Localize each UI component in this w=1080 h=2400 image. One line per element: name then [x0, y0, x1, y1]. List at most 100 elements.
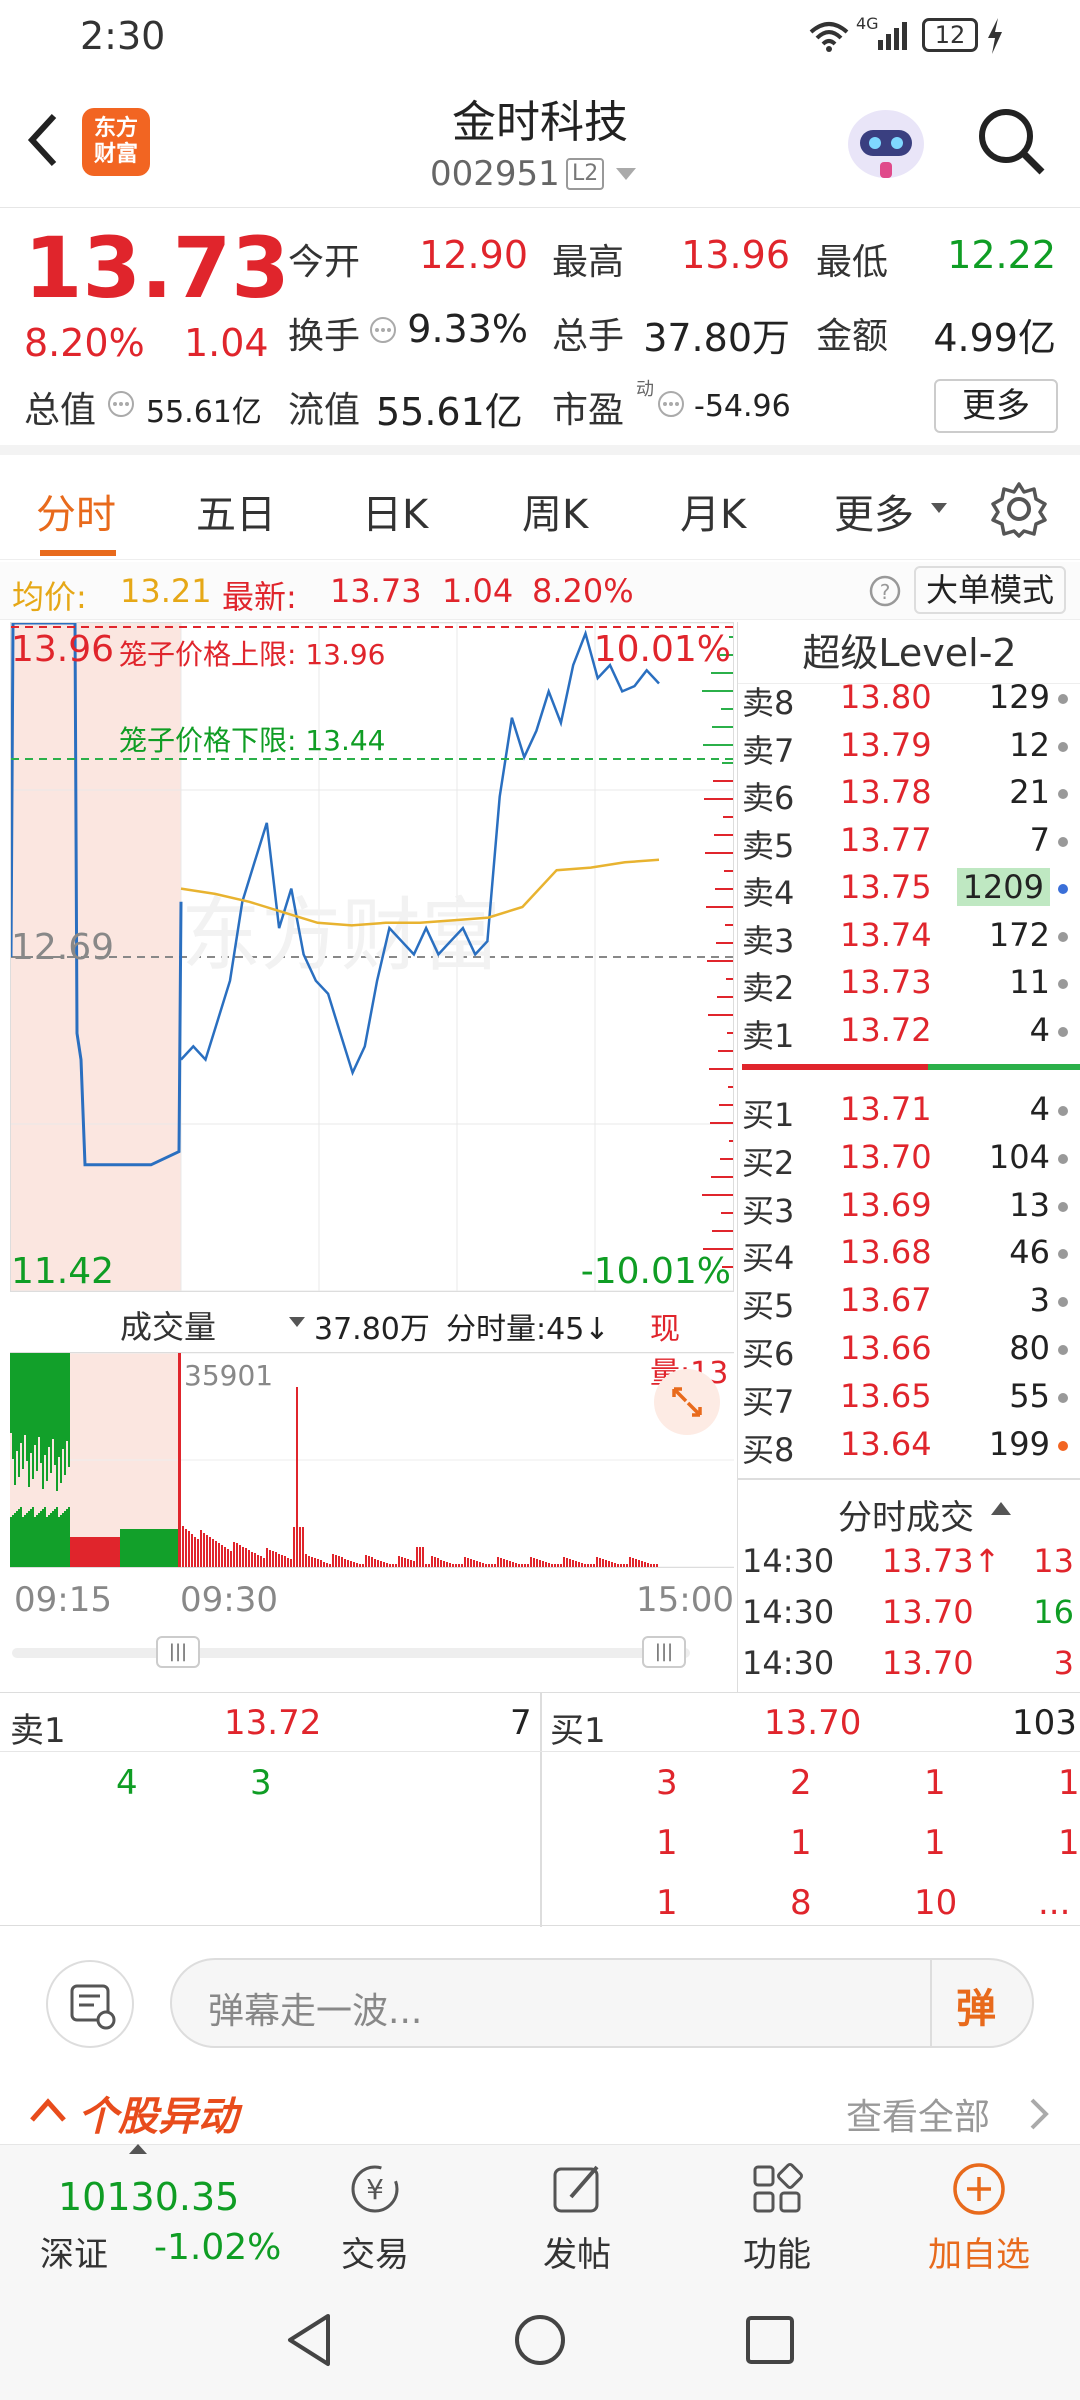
volume-bar — [572, 1560, 574, 1567]
tab-more[interactable]: 更多 — [834, 482, 914, 540]
volume-selector[interactable]: 成交量 — [120, 1302, 216, 1348]
auction-volume-bar — [166, 1529, 168, 1567]
tab-daily-k[interactable]: 日K — [362, 482, 428, 540]
divider — [0, 1751, 1080, 1752]
auction-volume-bar — [88, 1537, 90, 1567]
volume-chart[interactable]: 35901 — [10, 1352, 734, 1568]
ticks-title[interactable]: 分时成交 — [838, 1490, 974, 1539]
tab-five-day[interactable]: 五日 — [196, 482, 276, 540]
status-time: 2:30 — [80, 14, 166, 58]
order-indicator-dot — [1058, 789, 1068, 799]
trade-button[interactable]: ¥ 交易 — [300, 2159, 450, 2276]
ask-row[interactable]: 卖8 13.80 129 — [742, 674, 1080, 722]
auction-volume-bar — [22, 1517, 24, 1567]
eastmoney-logo[interactable]: 东方 财富 — [82, 108, 150, 176]
volume-bar — [566, 1558, 568, 1567]
system-nav-bar — [0, 2280, 1080, 2400]
bid-row[interactable]: 买4 13.68 46 — [742, 1229, 1080, 1277]
auction-volume-bar — [16, 1511, 18, 1567]
volume-bar — [455, 1564, 457, 1567]
tab-fenshi[interactable]: 分时 — [36, 482, 116, 540]
volume-bar — [632, 1558, 634, 1567]
nav-recents-icon[interactable] — [744, 2314, 796, 2366]
chevron-up-icon[interactable] — [28, 2094, 68, 2124]
help-icon[interactable]: ? — [868, 574, 902, 608]
order-level-label: 卖6 — [742, 779, 795, 817]
bid-row[interactable]: 买1 13.71 4 — [742, 1086, 1080, 1134]
bid-row[interactable]: 买8 13.64 199 — [742, 1421, 1080, 1469]
ask-row[interactable]: 卖5 13.77 7 — [742, 817, 1080, 865]
volume-bar — [458, 1564, 460, 1567]
volume-bar — [314, 1558, 316, 1567]
volume-bar — [575, 1561, 577, 1567]
ask-row[interactable]: 卖1 13.72 4 — [742, 1007, 1080, 1055]
time-range-slider[interactable]: ||| ||| — [12, 1636, 690, 1668]
expand-chart-button[interactable] — [654, 1369, 720, 1435]
index-name[interactable]: 深证 — [40, 2227, 108, 2276]
volume-bar — [527, 1564, 529, 1567]
auction-volume-bar — [48, 1515, 50, 1567]
add-watchlist-button[interactable]: 加自选 — [904, 2159, 1054, 2276]
intraday-chart[interactable]: 东方财富 13.96 12.69 11.42 10.01% -10.01% 笼子… — [9, 621, 734, 1292]
danmu-input[interactable]: 弹幕走一波... 弹 — [170, 1958, 1034, 2048]
slider-handle-right[interactable]: ||| — [642, 1636, 686, 1668]
bid-row[interactable]: 买3 13.69 13 — [742, 1182, 1080, 1230]
bid-row[interactable]: 买2 13.70 104 — [742, 1134, 1080, 1182]
caret-up-icon[interactable] — [990, 1500, 1012, 1516]
gear-icon[interactable] — [990, 480, 1048, 538]
tab-weekly-k[interactable]: 周K — [522, 482, 588, 540]
order-volume: 1209 — [956, 868, 1050, 906]
ask-row[interactable]: 卖2 13.73 11 — [742, 959, 1080, 1007]
order-level-label: 买3 — [742, 1191, 795, 1230]
bid-row[interactable]: 买5 13.67 3 — [742, 1277, 1080, 1325]
slider-handle-left[interactable]: ||| — [156, 1636, 200, 1668]
ask-row[interactable]: 卖7 13.79 12 — [742, 722, 1080, 770]
info-dots-icon[interactable] — [656, 389, 686, 419]
price-line — [180, 629, 660, 1077]
back-icon[interactable] — [22, 110, 62, 170]
auction-volume-bar — [58, 1517, 60, 1567]
tab-monthly-k[interactable]: 月K — [680, 482, 746, 540]
index-percent[interactable]: -1.02% — [154, 2227, 281, 2268]
volume-bar — [509, 1561, 511, 1567]
nav-home-icon[interactable] — [512, 2312, 568, 2368]
auction-volume-bar — [126, 1529, 128, 1567]
order-indicator-dot — [1058, 979, 1068, 989]
volume-bar — [638, 1560, 640, 1567]
danmu-settings-button[interactable] — [46, 1960, 134, 2048]
search-icon[interactable] — [976, 106, 1048, 178]
caret-down-icon[interactable] — [288, 1316, 306, 1328]
caret-down-icon[interactable] — [930, 502, 948, 514]
nav-back-icon[interactable] — [284, 2312, 334, 2368]
ask-row[interactable]: 卖6 13.78 21 — [742, 769, 1080, 817]
volume-bar — [569, 1559, 571, 1567]
dropdown-icon[interactable] — [614, 166, 638, 182]
more-button[interactable]: 更多 — [934, 379, 1058, 433]
volume-bar — [437, 1558, 439, 1567]
ask-row[interactable]: 卖4 13.75 1209 — [742, 864, 1080, 912]
function-button[interactable]: 功能 — [702, 2159, 852, 2276]
order-indicator-dot — [1058, 1026, 1068, 1037]
danmu-placeholder: 弹幕走一波... — [208, 1991, 423, 2032]
level2-badge[interactable]: L2 — [566, 158, 605, 190]
post-button[interactable]: 发帖 — [502, 2159, 652, 2276]
auction-volume-bar — [62, 1353, 64, 1449]
robot-avatar-icon[interactable] — [842, 100, 930, 184]
info-dots-icon[interactable] — [106, 389, 136, 419]
auction-volume-bar — [98, 1537, 100, 1567]
big-order-mode-button[interactable]: 大单模式 — [914, 566, 1067, 614]
bid-row[interactable]: 买7 13.65 55 — [742, 1373, 1080, 1421]
volume-bar — [341, 1557, 343, 1567]
ask-row[interactable]: 卖3 13.74 172 — [742, 912, 1080, 960]
auction-volume-bar — [64, 1511, 66, 1567]
order-volume: 7 — [1029, 820, 1050, 859]
index-value[interactable]: 10130.35 — [58, 2175, 239, 2219]
volume-bar — [518, 1564, 520, 1567]
auction-volume-bar — [38, 1353, 40, 1437]
info-dots-icon[interactable] — [368, 315, 398, 345]
danmu-send-button[interactable]: 弹 — [956, 1976, 996, 2034]
chevron-right-icon[interactable] — [1026, 2096, 1052, 2132]
view-all-link[interactable]: 查看全部 — [846, 2088, 990, 2140]
bid-row[interactable]: 买6 13.66 80 — [742, 1325, 1080, 1373]
queue-order-size: 10 — [914, 1883, 958, 1923]
